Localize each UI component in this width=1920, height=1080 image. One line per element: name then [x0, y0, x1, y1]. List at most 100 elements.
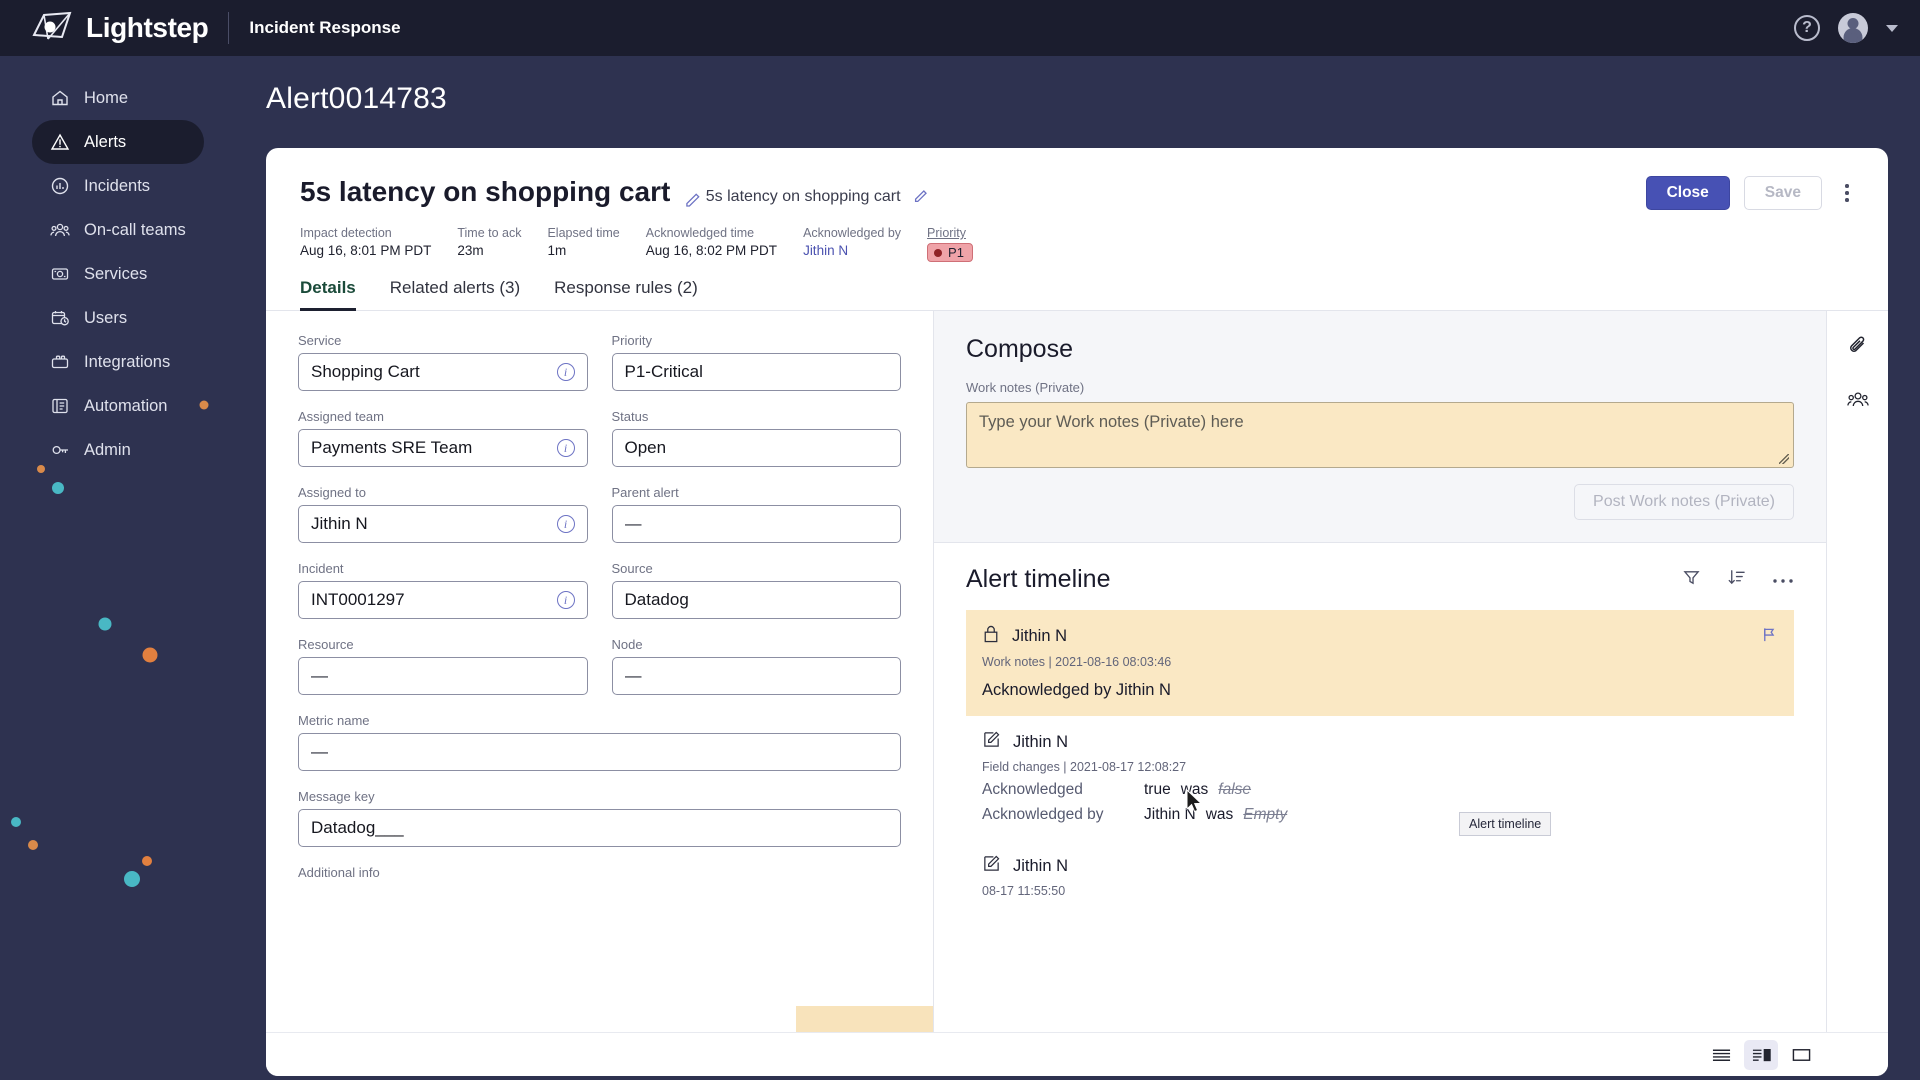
- timeline-entry[interactable]: Jithin N 08-17 11:55:50: [966, 840, 1794, 914]
- sidebar-item-alerts[interactable]: Alerts: [32, 120, 204, 164]
- meta-label: Elapsed time: [547, 226, 620, 240]
- right-rail: [1826, 311, 1888, 1032]
- parent-alert-input[interactable]: —: [611, 505, 901, 543]
- help-circle-icon[interactable]: ?: [1794, 15, 1820, 41]
- timeline-entry-meta: Work notes | 2021-08-16 08:03:46: [982, 655, 1172, 669]
- status-badge: P1: [927, 243, 973, 262]
- field-label: Message key: [298, 789, 375, 804]
- assigned-to-input[interactable]: Jithin N i: [298, 505, 588, 543]
- pencil-edit-icon[interactable]: [913, 189, 930, 206]
- sidebar-item-label: Alerts: [84, 132, 127, 151]
- form-row: Resource — Node —: [298, 637, 901, 695]
- tab-response-rules[interactable]: Response rules (2): [554, 278, 698, 311]
- resource-input[interactable]: —: [298, 657, 588, 695]
- timeline-author: Jithin N: [1013, 732, 1069, 751]
- brand-block[interactable]: Lightstep: [0, 9, 209, 47]
- ellipsis-horizontal-icon[interactable]: [1772, 571, 1794, 589]
- field-value: —: [624, 514, 642, 533]
- message-key-input[interactable]: Datadog___: [298, 809, 901, 847]
- field-assigned-to: Assigned to Jithin N i: [298, 485, 588, 543]
- card-body: Service Shopping Cart i Priority P1-Crit…: [266, 311, 1888, 1032]
- service-input[interactable]: Shopping Cart i: [298, 353, 588, 391]
- page-content: Alert0014783 5s latency on shopping cart…: [236, 56, 1920, 1080]
- field-node: Node —: [611, 637, 901, 695]
- meta-time-to-ack: Time to ack 23m: [457, 226, 521, 262]
- meta-value: 23m: [457, 243, 484, 258]
- node-input[interactable]: —: [611, 657, 901, 695]
- kebab-menu-icon[interactable]: [1836, 180, 1858, 206]
- sidebar-item-users[interactable]: Users: [32, 296, 204, 340]
- sort-descending-icon[interactable]: [1727, 568, 1746, 592]
- timeline-entry[interactable]: Jithin N Field changes | 2021-08-17 12:0…: [966, 716, 1794, 840]
- people-group-icon[interactable]: [1846, 388, 1869, 415]
- metric-name-input[interactable]: —: [298, 733, 901, 771]
- sidebar-item-admin[interactable]: Admin: [32, 428, 204, 472]
- timeline-highlight-bleed: [796, 1006, 933, 1032]
- field-change-row: Acknowledged true was false: [982, 781, 1778, 799]
- status-input[interactable]: Open: [611, 429, 901, 467]
- incident-input[interactable]: INT0001297 i: [298, 581, 588, 619]
- sidebar-item-incidents[interactable]: Incidents: [32, 164, 204, 208]
- pencil-edit-icon[interactable]: [684, 184, 701, 207]
- info-circle-icon[interactable]: i: [556, 439, 575, 457]
- sidebar: Home Alerts Incidents On-call teams Serv…: [0, 56, 236, 1080]
- sidebar-item-integrations[interactable]: Integrations: [32, 340, 204, 384]
- assigned-team-input[interactable]: Payments SRE Team i: [298, 429, 588, 467]
- form-row: Message key Datadog___: [298, 789, 901, 847]
- priority-badge-wrap: P1: [927, 243, 973, 262]
- field-status: Status Open: [611, 409, 901, 467]
- chevron-down-icon[interactable]: [1886, 24, 1898, 32]
- field-incident: Incident INT0001297 i: [298, 561, 588, 619]
- full-view-icon[interactable]: [1784, 1040, 1818, 1070]
- sidebar-item-home[interactable]: Home: [32, 76, 204, 120]
- meta-value-link[interactable]: Jithin N: [803, 243, 901, 258]
- sidebar-item-automation[interactable]: Automation: [32, 384, 204, 428]
- timeline-entry[interactable]: Jithin N Work notes | 2021-08-16 08:03:4…: [966, 610, 1794, 716]
- field-value: P1-Critical: [624, 362, 703, 381]
- people-group-icon: [50, 220, 70, 240]
- compose-actions: Post Work notes (Private): [966, 484, 1794, 520]
- close-button[interactable]: Close: [1645, 176, 1730, 210]
- post-work-notes-button[interactable]: Post Work notes (Private): [1574, 484, 1794, 520]
- mouse-cursor: [1186, 789, 1203, 813]
- alert-timeline-panel: Alert timeline Jithin N Work notes | 202…: [934, 543, 1826, 1032]
- card-footer: [266, 1032, 1888, 1076]
- field-value: Shopping Cart: [311, 362, 420, 381]
- sidebar-item-services[interactable]: Services: [32, 252, 204, 296]
- alert-detail-card: 5s latency on shopping cart 5s latency o…: [266, 148, 1888, 1076]
- meta-acknowledged-by: Acknowledged by Jithin N: [803, 226, 901, 262]
- paperclip-attachment-icon[interactable]: [1847, 335, 1869, 362]
- field-priority: Priority P1-Critical: [611, 333, 901, 391]
- field-label: Status: [611, 409, 649, 424]
- tab-related-alerts[interactable]: Related alerts (3): [390, 278, 520, 311]
- edit-note-icon: [982, 730, 1001, 754]
- sidebar-item-label: Integrations: [84, 352, 171, 371]
- filter-funnel-icon[interactable]: [1682, 568, 1701, 592]
- sidebar-item-on-call-teams[interactable]: On-call teams: [32, 208, 204, 252]
- info-circle-icon[interactable]: i: [556, 591, 575, 609]
- right-pane: Compose Work notes (Private) Type your W…: [934, 311, 1888, 1032]
- user-clock-icon: [50, 308, 70, 328]
- split-view-icon[interactable]: [1744, 1039, 1778, 1070]
- meta-label: Impact detection: [300, 226, 392, 240]
- meta-impact-detection: Impact detection Aug 16, 8:01 PM PDT: [300, 226, 431, 262]
- field-label: Assigned team: [298, 409, 384, 424]
- info-circle-icon[interactable]: i: [556, 515, 575, 533]
- tab-details[interactable]: Details: [300, 278, 356, 311]
- field-label: Metric name: [298, 713, 370, 728]
- timeline-actions: [1682, 568, 1794, 592]
- work-notes-input[interactable]: Type your Work notes (Private) here: [966, 402, 1794, 468]
- sidebar-item-label: Users: [84, 308, 128, 327]
- info-circle-icon[interactable]: i: [556, 363, 575, 381]
- priority-label: P1: [948, 245, 964, 260]
- source-input[interactable]: Datadog: [611, 581, 901, 619]
- avatar[interactable]: [1838, 13, 1868, 43]
- save-button[interactable]: Save: [1743, 176, 1822, 210]
- change-key: Acknowledged by: [982, 806, 1104, 823]
- list-view-icon[interactable]: [1704, 1040, 1738, 1070]
- priority-input[interactable]: P1-Critical: [611, 353, 901, 391]
- meta-acknowledged-time: Acknowledged time Aug 16, 8:02 PM PDT: [646, 226, 777, 262]
- meta-value: Aug 16, 8:02 PM PDT: [645, 243, 778, 258]
- flag-icon[interactable]: [1761, 626, 1778, 648]
- integrations-box-icon: [50, 352, 70, 372]
